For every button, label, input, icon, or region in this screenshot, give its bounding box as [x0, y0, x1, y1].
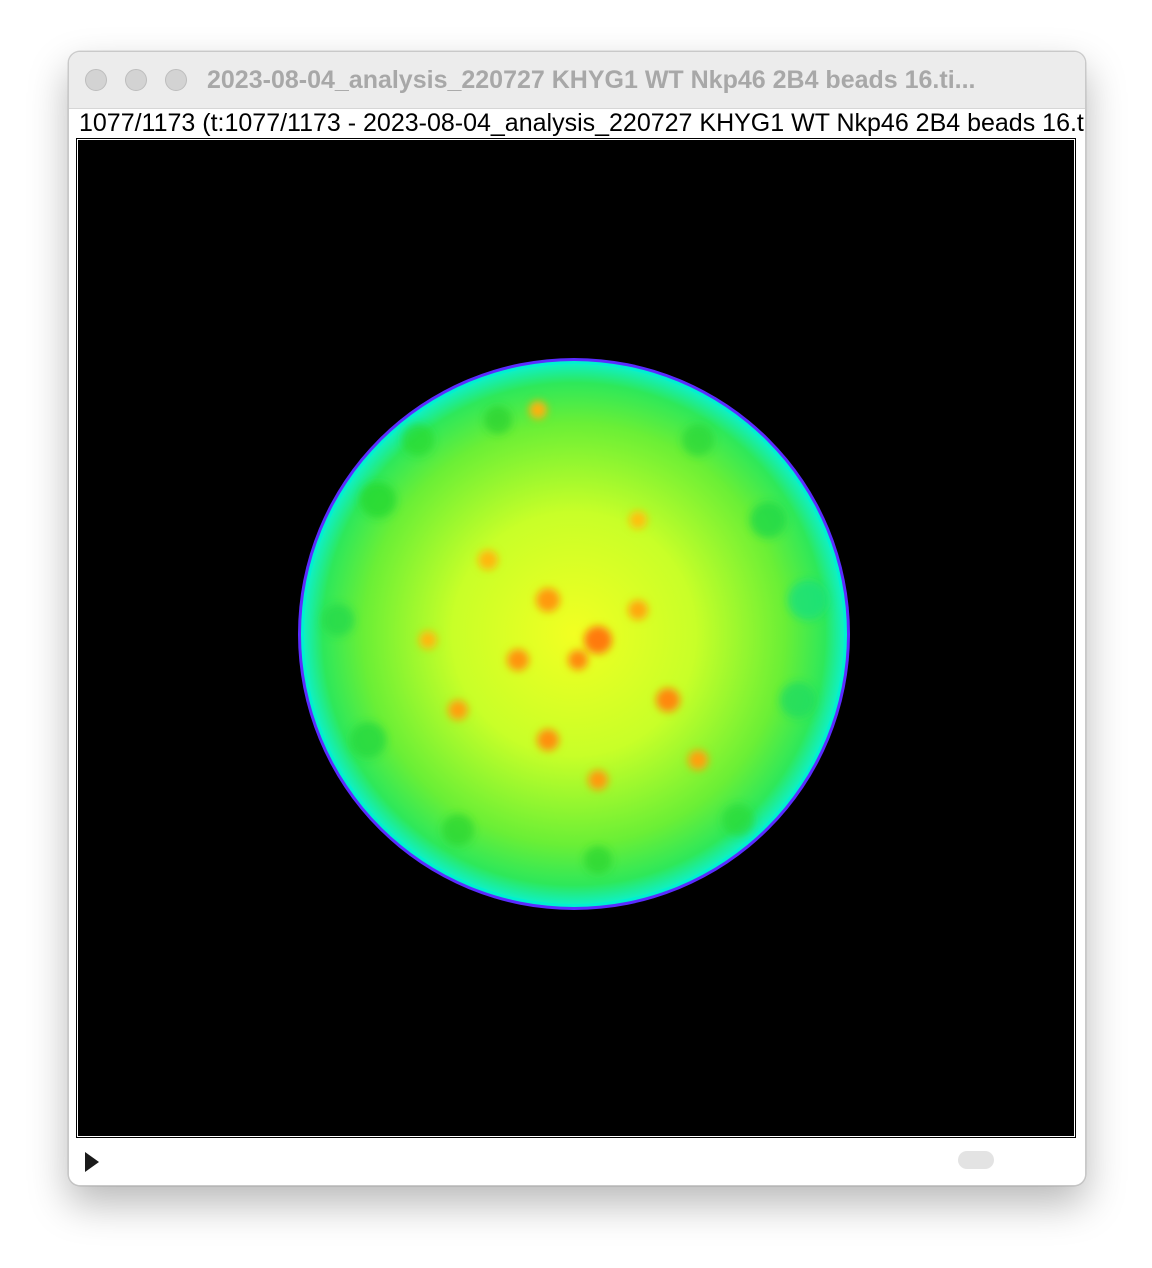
title-bar[interactable]: 2023-08-04_analysis_220727 KHYG1 WT Nkp4… — [69, 52, 1085, 109]
window-title: 2023-08-04_analysis_220727 KHYG1 WT Nkp4… — [207, 66, 976, 94]
frame-scrollbar-thumb[interactable] — [958, 1151, 994, 1169]
image-window: 2023-08-04_analysis_220727 KHYG1 WT Nkp4… — [68, 51, 1086, 1186]
zoom-button[interactable] — [165, 69, 187, 91]
playback-bar — [69, 1138, 1085, 1185]
fluorescence-image — [298, 358, 850, 910]
image-canvas[interactable] — [78, 140, 1074, 1136]
minimize-button[interactable] — [125, 69, 147, 91]
play-icon[interactable] — [85, 1152, 99, 1172]
close-button[interactable] — [85, 69, 107, 91]
image-info-line: 1077/1173 (t:1077/1173 - 2023-08-04_anal… — [79, 109, 1085, 137]
bead-body — [304, 364, 844, 904]
image-frame — [76, 138, 1076, 1138]
